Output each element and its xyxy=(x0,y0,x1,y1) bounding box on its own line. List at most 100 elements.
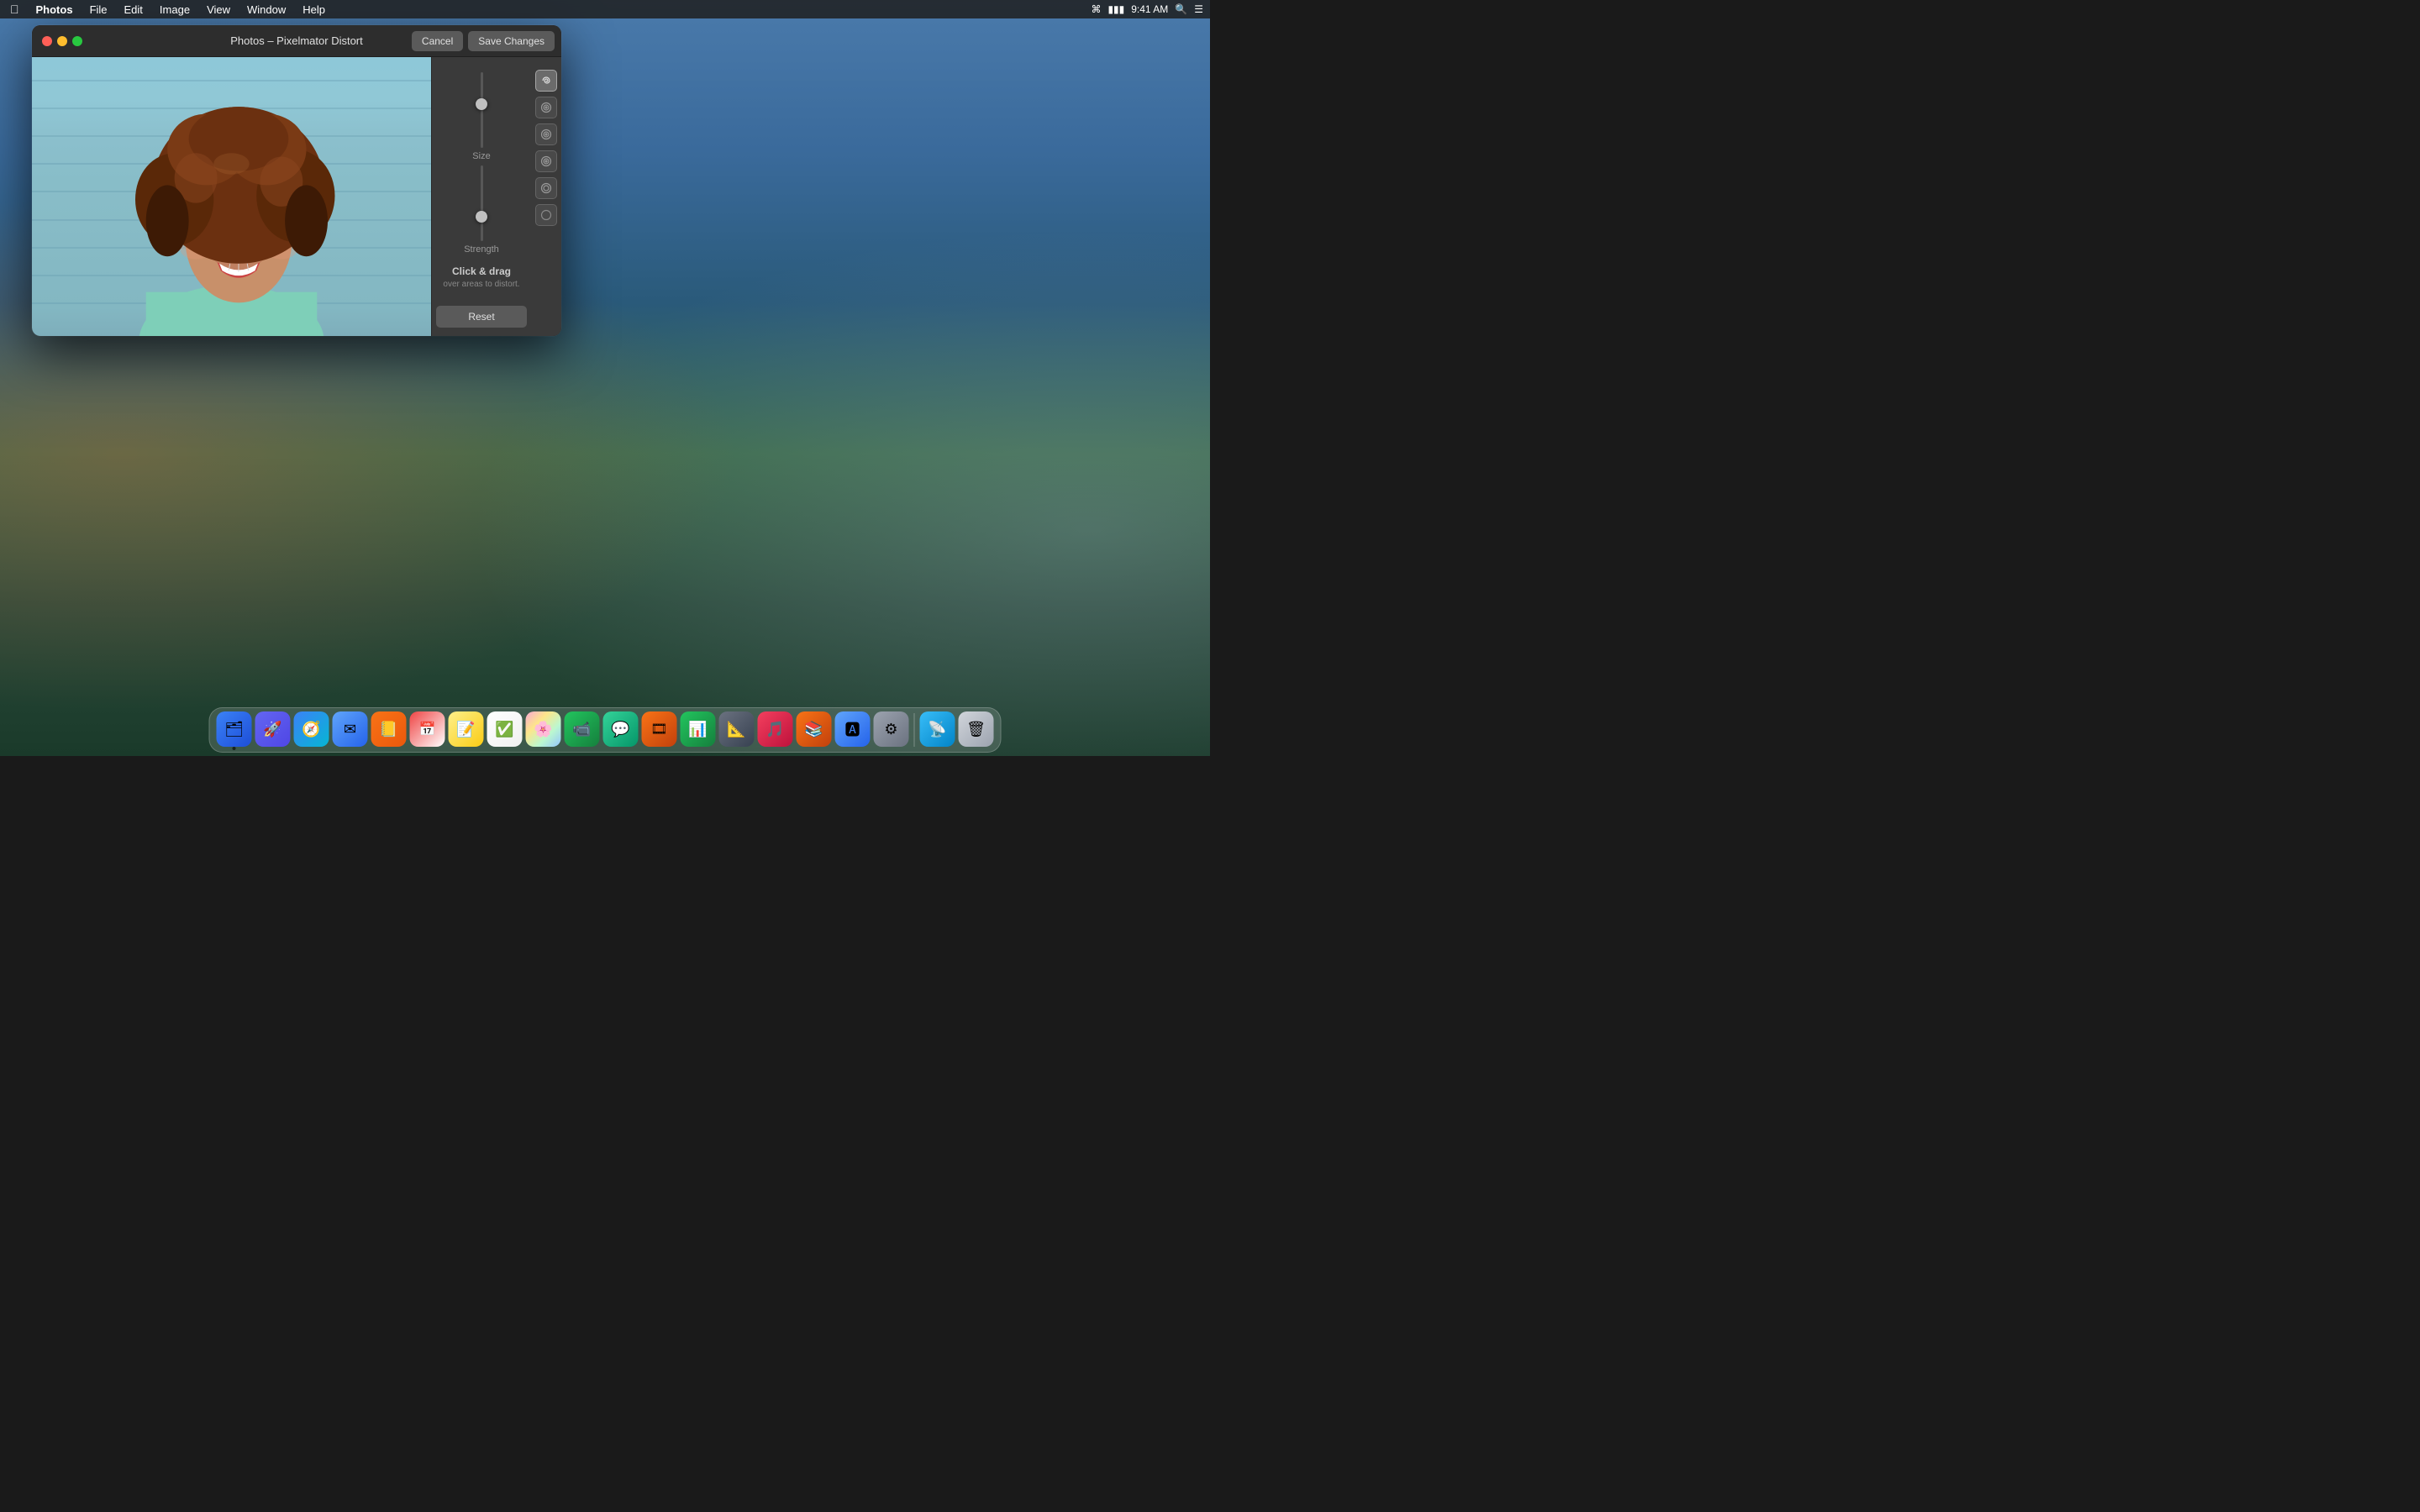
tool-circle-button[interactable] xyxy=(535,204,557,226)
size-slider-track[interactable] xyxy=(481,72,483,148)
calendar-icon: 📅 xyxy=(419,721,436,738)
dock-mail[interactable]: ✉ xyxy=(333,711,368,747)
window-controls xyxy=(32,36,82,46)
desktop:  Photos File Edit Image View Window Hel… xyxy=(0,0,1210,756)
music-icon: 🎵 xyxy=(765,721,784,738)
size-label: Size xyxy=(472,151,490,161)
tool-pinch-button[interactable] xyxy=(535,123,557,145)
strength-slider-track[interactable] xyxy=(481,165,483,241)
click-drag-sub: over areas to distort. xyxy=(443,279,519,291)
click-drag-title: Click & drag xyxy=(443,265,519,277)
photo-background xyxy=(32,57,431,336)
dock-appstore[interactable]: 🅰 xyxy=(835,711,871,747)
photo-area[interactable] xyxy=(32,57,431,336)
minimize-button[interactable] xyxy=(57,36,67,46)
dock-airdrop[interactable]: 📡 xyxy=(920,711,955,747)
tools-area xyxy=(531,57,561,336)
menu-image[interactable]: Image xyxy=(156,2,193,18)
apple-menu[interactable]:  xyxy=(7,1,23,18)
portrait-svg xyxy=(32,57,431,336)
dock-books[interactable]: 📚 xyxy=(797,711,832,747)
menu-view[interactable]: View xyxy=(203,2,234,18)
dock-messages[interactable]: 💬 xyxy=(603,711,639,747)
dock-trash[interactable]: 🗑 xyxy=(959,711,994,747)
battery-icon: ▮▮▮ xyxy=(1107,3,1124,15)
trash-icon: 🗑 xyxy=(966,721,986,738)
strength-slider-thumb[interactable] xyxy=(476,211,487,223)
dock-numbers[interactable]: 📊 xyxy=(681,711,716,747)
menubar-right: ⌘ ▮▮▮ 9:41 AM 🔍 ☰ xyxy=(1091,3,1203,15)
strength-slider-group: Strength xyxy=(464,165,499,255)
finder-icon: 🗂 xyxy=(224,721,244,738)
titlebar: Photos – Pixelmator Distort Cancel Save … xyxy=(32,25,561,57)
close-button[interactable] xyxy=(42,36,52,46)
menubar:  Photos File Edit Image View Window Hel… xyxy=(0,0,1210,18)
save-changes-button[interactable]: Save Changes xyxy=(468,31,555,51)
search-icon[interactable]: 🔍 xyxy=(1175,3,1187,15)
dock-finder[interactable]: 🗂 xyxy=(217,711,252,747)
photo-canvas[interactable] xyxy=(32,57,431,336)
slider-container: Size Strength xyxy=(436,70,527,257)
menu-window[interactable]: Window xyxy=(244,2,289,18)
appstore-icon: 🅰 xyxy=(845,718,860,740)
dock-photos[interactable]: 🌸 xyxy=(526,711,561,747)
dock-settings[interactable]: ⚙ xyxy=(874,711,909,747)
reset-button[interactable]: Reset xyxy=(436,306,527,328)
freeform-icon: 📐 xyxy=(727,721,745,738)
titlebar-actions: Cancel Save Changes xyxy=(412,31,555,51)
safari-icon: 🧭 xyxy=(302,721,320,738)
dock-freeform[interactable]: 📐 xyxy=(719,711,755,747)
numbers-icon: 📊 xyxy=(688,721,707,738)
app-window: Photos – Pixelmator Distort Cancel Save … xyxy=(32,25,561,336)
mail-icon: ✉ xyxy=(344,721,356,738)
dock-calendar[interactable]: 📅 xyxy=(410,711,445,747)
menu-photos[interactable]: Photos xyxy=(33,2,76,18)
dock-safari[interactable]: 🧭 xyxy=(294,711,329,747)
dock-separator xyxy=(914,713,915,747)
dock-notes[interactable]: 📝 xyxy=(449,711,484,747)
keynote-icon: 🎞 xyxy=(650,721,667,738)
strength-label: Strength xyxy=(464,244,499,255)
click-drag-section: Click & drag over areas to distort. xyxy=(439,257,523,299)
dock-contacts[interactable]: 📒 xyxy=(371,711,407,747)
pinch-icon xyxy=(539,128,553,141)
dock-music[interactable]: 🎵 xyxy=(758,711,793,747)
maximize-button[interactable] xyxy=(72,36,82,46)
tool-distort-active-button[interactable] xyxy=(535,70,557,92)
contacts-icon: 📒 xyxy=(379,721,397,738)
sidebar: Size Strength Click & drag xyxy=(431,57,561,336)
spiral-active-icon xyxy=(539,74,553,87)
cancel-button[interactable]: Cancel xyxy=(412,31,463,51)
clock: 9:41 AM xyxy=(1131,3,1168,15)
dock-reminders[interactable]: ✅ xyxy=(487,711,523,747)
menu-edit[interactable]: Edit xyxy=(121,2,146,18)
menu-file[interactable]: File xyxy=(87,2,111,18)
dock-launchpad[interactable]: 🚀 xyxy=(255,711,291,747)
facetime-icon: 📹 xyxy=(572,721,591,738)
reminders-icon: ✅ xyxy=(495,721,513,738)
menubar-left:  Photos File Edit Image View Window Hel… xyxy=(7,1,329,18)
window-title: Photos – Pixelmator Distort xyxy=(230,34,363,47)
tool-bump-button[interactable] xyxy=(535,150,557,172)
restore-icon xyxy=(539,181,553,195)
twirl-icon xyxy=(539,101,553,114)
menu-help[interactable]: Help xyxy=(299,2,329,18)
photos-icon: 🌸 xyxy=(534,721,552,738)
window-content: Size Strength Click & drag xyxy=(32,57,561,336)
circle-icon xyxy=(539,208,553,222)
sliders-area: Size Strength Click & drag xyxy=(432,57,531,336)
dock: 🗂 🚀 🧭 ✉ 📒 📅 📝 ✅ 🌸 📹 💬 xyxy=(209,707,1002,753)
wifi-icon: ⌘ xyxy=(1091,3,1101,15)
tool-twirl-button[interactable] xyxy=(535,97,557,118)
books-icon: 📚 xyxy=(804,721,823,738)
bump-icon xyxy=(539,155,553,168)
tool-restore-button[interactable] xyxy=(535,177,557,199)
size-slider-thumb[interactable] xyxy=(476,98,487,110)
settings-icon: ⚙ xyxy=(884,721,897,738)
messages-icon: 💬 xyxy=(611,721,629,738)
notes-icon: 📝 xyxy=(456,721,475,738)
dock-keynote[interactable]: 🎞 xyxy=(642,711,677,747)
dock-facetime[interactable]: 📹 xyxy=(565,711,600,747)
launchpad-icon: 🚀 xyxy=(263,721,281,738)
controls-icon[interactable]: ☰ xyxy=(1194,3,1203,15)
